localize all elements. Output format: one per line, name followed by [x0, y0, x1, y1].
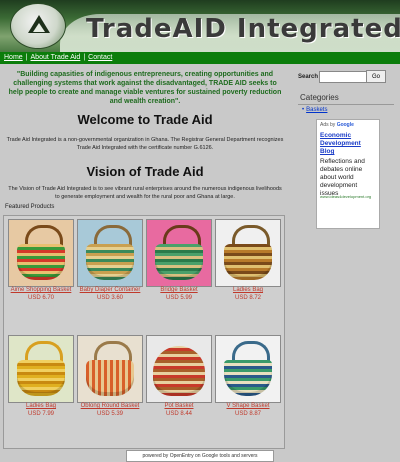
- product-card[interactable]: Aime Shopping Basket USD 6.70: [8, 216, 74, 328]
- welcome-heading: Welcome to Trade Aid: [77, 112, 213, 127]
- basket-icon: [224, 244, 272, 280]
- nav-separator: |: [25, 54, 28, 61]
- ads-by-text: Ads by: [320, 122, 336, 128]
- logo-triangle-inner: [33, 23, 45, 32]
- product-price: USD 8.87: [234, 411, 261, 417]
- product-price: USD 7.99: [27, 411, 54, 417]
- product-image[interactable]: [146, 335, 212, 403]
- product-name[interactable]: Baby Diaper Container: [77, 287, 143, 293]
- nav-about-link[interactable]: About Trade Aid: [31, 54, 81, 61]
- search-go-button[interactable]: Go: [366, 70, 386, 83]
- product-image[interactable]: [8, 335, 74, 403]
- product-name[interactable]: Bridge Basket: [146, 287, 212, 293]
- basket-icon: [155, 244, 203, 280]
- product-price: USD 5.39: [96, 411, 123, 417]
- categories-heading: Categories: [300, 93, 339, 102]
- categories-divider: [298, 104, 394, 105]
- powered-by-footer[interactable]: powered by OpenEntry on Google tools and…: [126, 450, 274, 462]
- product-price: USD 3.60: [96, 295, 123, 301]
- category-label[interactable]: Baskets: [306, 107, 327, 113]
- trade-aid-logo-icon[interactable]: [10, 3, 66, 49]
- product-name[interactable]: Aime Shopping Basket: [8, 287, 74, 293]
- nav-separator: |: [83, 54, 86, 61]
- basket-icon: [224, 360, 272, 396]
- product-name[interactable]: Pot Basket: [146, 403, 212, 409]
- product-name[interactable]: Oblong Round Basket: [77, 403, 143, 409]
- product-price: USD 6.70: [27, 295, 54, 301]
- product-image[interactable]: [77, 219, 143, 287]
- product-card[interactable]: Ladies Bag USD 8.72: [215, 216, 281, 328]
- product-card[interactable]: Baby Diaper Container USD 3.60: [77, 216, 143, 328]
- product-name[interactable]: Ladies Bag: [215, 287, 281, 293]
- vision-text: The Vision of Trade Aid Integrated is to…: [8, 186, 282, 200]
- ad-title-link[interactable]: Economic Development Blog: [320, 132, 376, 156]
- nav-contact-link[interactable]: Contact: [88, 54, 112, 61]
- site-title: TradeAID Integrated: [86, 14, 400, 44]
- product-image[interactable]: [215, 219, 281, 287]
- basket-icon: [86, 244, 134, 280]
- product-image[interactable]: [8, 219, 74, 287]
- ads-by-google-label[interactable]: Ads by Google: [320, 122, 354, 128]
- product-price: USD 5.99: [165, 295, 192, 301]
- product-price: USD 8.44: [165, 411, 192, 417]
- product-card[interactable]: Oblong Round Basket USD 5.39: [77, 332, 143, 444]
- product-card[interactable]: Ladies Bag USD 7.99: [8, 332, 74, 444]
- product-image[interactable]: [215, 335, 281, 403]
- ad-url[interactable]: www.ideas4development.org: [320, 194, 378, 199]
- bullet-icon: •: [302, 107, 305, 113]
- ad-description: Reflections and debates online about wor…: [320, 158, 365, 197]
- nav-bar: Home | About Trade Aid | Contact: [0, 52, 400, 64]
- product-name[interactable]: V Shape Basket: [215, 403, 281, 409]
- sidebar: Search Go Categories • Baskets Ads by Goo…: [292, 64, 400, 400]
- product-card[interactable]: V Shape Basket USD 8.87: [215, 332, 281, 444]
- vision-heading: Vision of Trade Aid: [86, 164, 204, 179]
- product-price: USD 8.72: [234, 295, 261, 301]
- basket-icon: [86, 360, 134, 396]
- product-card[interactable]: Bridge Basket USD 5.99: [146, 216, 212, 328]
- featured-products-label: Featured Products: [5, 204, 55, 210]
- intro-text: Trade Aid Integrated is a non-government…: [6, 137, 284, 151]
- product-image[interactable]: [146, 219, 212, 287]
- basket-icon: [153, 346, 205, 396]
- basket-icon: [17, 360, 65, 396]
- product-name[interactable]: Ladies Bag: [8, 403, 74, 409]
- header-banner: TradeAID Integrated: [0, 0, 400, 52]
- basket-icon: [17, 244, 65, 280]
- product-image[interactable]: [77, 335, 143, 403]
- tagline: "Building capasities of indigenous entre…: [8, 71, 282, 105]
- category-link-baskets[interactable]: • Baskets: [302, 107, 327, 113]
- nav-home-link[interactable]: Home: [4, 54, 23, 61]
- product-card[interactable]: Pot Basket USD 8.44: [146, 332, 212, 444]
- search-input[interactable]: [319, 71, 367, 83]
- google-ad-box[interactable]: Ads by Google Economic Development Blog …: [316, 119, 380, 229]
- main-content: "Building capasities of indigenous entre…: [0, 64, 290, 462]
- google-logo: Google: [336, 122, 354, 128]
- featured-products-grid: Aime Shopping Basket USD 6.70 Baby Diape…: [3, 215, 285, 449]
- search-label: Search: [298, 74, 319, 80]
